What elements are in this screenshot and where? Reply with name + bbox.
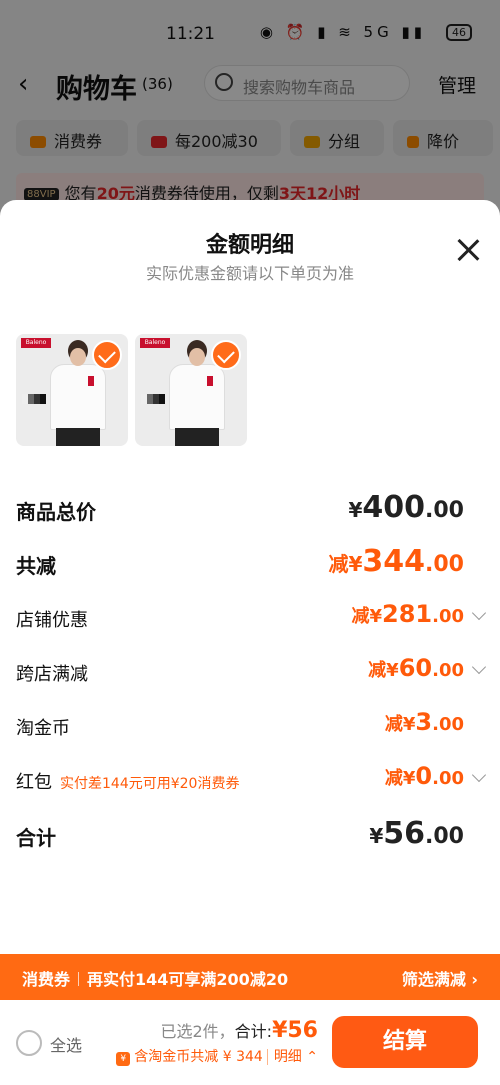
row-value: ¥56.00 <box>369 816 464 851</box>
sheet-subtitle: 实际优惠金额请以下单页为准 <box>145 264 354 283</box>
row-label: 淘金币 <box>16 718 70 739</box>
row-label: 商品总价 <box>16 500 96 524</box>
amount-detail-sheet: 金额明细 实际优惠金额请以下单页为准 Baleno Baleno 商品总价 ¥4… <box>0 200 500 1085</box>
row-red-packet[interactable]: 红包 实付差144元可用¥20消费券 减¥0.00 <box>16 762 487 798</box>
checkmark-icon[interactable] <box>92 340 122 370</box>
model-pants <box>175 428 219 446</box>
row-value: 减¥3.00 <box>384 708 464 736</box>
checkout-bar: 全选 已选2件，合计:¥56 ¥ 含淘金币共减 ¥ 344 明细 ⌃ 结算 <box>0 1000 500 1085</box>
row-value: ¥400.00 <box>348 490 464 525</box>
brand-logo: Baleno <box>140 338 170 348</box>
discount-summary[interactable]: ¥ 含淘金币共减 ¥ 344 明细 ⌃ <box>116 1046 318 1066</box>
row-shop-discount[interactable]: 店铺优惠 减¥281.00 <box>16 600 487 636</box>
row-value: 减¥0.00 <box>384 762 464 790</box>
checkmark-icon[interactable] <box>211 340 241 370</box>
row-sum: 合计 ¥56.00 <box>16 816 484 852</box>
row-value: 减¥344.00 <box>328 544 464 579</box>
checkout-button[interactable]: 结算 <box>332 1016 478 1068</box>
chevron-down-icon[interactable] <box>471 659 487 675</box>
tshirt-image <box>169 364 225 430</box>
color-swatch <box>22 394 46 404</box>
row-cross-shop[interactable]: 跨店满减 减¥60.00 <box>16 654 487 690</box>
color-swatch <box>141 394 165 404</box>
row-label: 共减 <box>16 554 56 578</box>
row-taojinbi: 淘金币 减¥3.00 <box>16 708 484 744</box>
row-total-price: 商品总价 ¥400.00 <box>16 490 484 526</box>
red-packet-note: 实付差144元可用¥20消费券 <box>60 776 240 792</box>
chevron-down-icon[interactable] <box>471 767 487 783</box>
selected-summary: 已选2件，合计:¥56 <box>160 1018 318 1043</box>
model-pants <box>56 428 100 446</box>
coupon-promo-bar[interactable]: 消费券 再实付144可享满200减20 筛选满减 › <box>0 954 500 1000</box>
product-thumbnail[interactable]: Baleno <box>16 334 128 446</box>
product-thumbnail[interactable]: Baleno <box>135 334 247 446</box>
sheet-title: 金额明细 <box>205 233 294 258</box>
brand-logo: Baleno <box>21 338 51 348</box>
model-face <box>70 348 86 366</box>
row-total-discount: 共减 减¥344.00 <box>16 544 484 580</box>
row-label: 店铺优惠 <box>16 610 88 631</box>
chevron-down-icon[interactable] <box>471 605 487 621</box>
model-face <box>189 348 205 366</box>
row-label: 合计 <box>16 826 56 850</box>
coin-icon: ¥ <box>116 1052 131 1066</box>
close-icon[interactable] <box>456 238 480 262</box>
tshirt-image <box>50 364 106 430</box>
select-all-label[interactable]: 全选 <box>50 1032 82 1056</box>
row-label: 红包 实付差144元可用¥20消费券 <box>16 772 240 793</box>
shirt-tag <box>88 376 94 386</box>
promo-text: 消费券 再实付144可享满200减20 <box>22 970 289 989</box>
row-value: 减¥60.00 <box>368 654 464 682</box>
select-all-radio[interactable] <box>16 1030 42 1056</box>
row-label: 跨店满减 <box>16 664 88 685</box>
detail-toggle: 明细 ⌃ <box>266 1049 318 1065</box>
row-value: 减¥281.00 <box>351 600 464 628</box>
filter-discount-link[interactable]: 筛选满减 › <box>402 966 478 990</box>
total-price: ¥56 <box>272 1018 318 1043</box>
shirt-tag <box>207 376 213 386</box>
